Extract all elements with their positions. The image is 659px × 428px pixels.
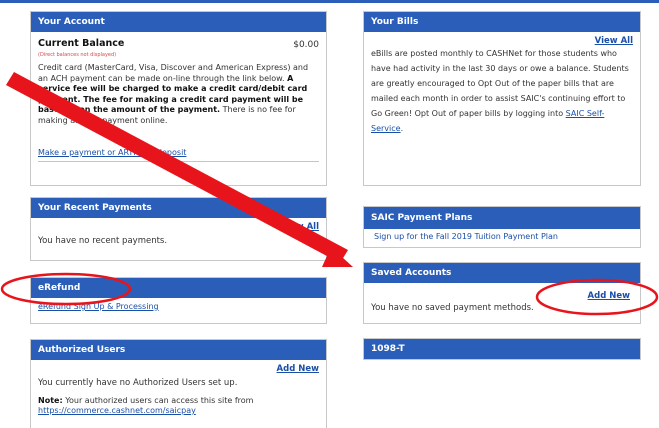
payment-link-divider [38,161,319,162]
erefund-panel: eRefund eRefund Sign Up & Processing [30,277,327,324]
your-bills-panel: Your Bills View All eBills are posted mo… [363,11,641,186]
saved-accounts-panel: Saved Accounts Add New You have no saved… [363,262,641,324]
balance-note: (Direct balances not displayed) [38,52,117,58]
form-1098t-header: 1098-T [364,339,640,359]
erefund-signup-link[interactable]: eRefund Sign Up & Processing [38,302,159,311]
authorized-users-url-link[interactable]: https://commerce.cashnet.com/saicpay [38,406,196,415]
recent-payments-header: Your Recent Payments [31,198,326,218]
payment-plan-signup-link[interactable]: Sign up for the Fall 2019 Tuition Paymen… [374,232,558,241]
recent-payments-panel: Your Recent Payments View All You have n… [30,197,327,261]
your-bills-header: Your Bills [364,12,640,32]
erefund-header: eRefund [31,278,326,298]
account-description: Credit card (MasterCard, Visa, Discover … [38,63,309,125]
payment-plans-header: SAIC Payment Plans [364,207,640,229]
current-balance-value: $0.00 [293,40,319,50]
make-payment-link[interactable]: Make a payment or ARTICard deposit [38,148,186,157]
saved-accounts-add-new-link[interactable]: Add New [588,291,630,301]
top-accent-bar [0,0,659,3]
current-balance-label: Current Balance [38,38,125,49]
your-bills-text: eBills are posted monthly to CASHNet for… [371,49,629,133]
saved-accounts-header: Saved Accounts [364,263,640,283]
payment-plans-panel: SAIC Payment Plans Sign up for the Fall … [363,206,641,248]
authorized-users-empty-text: You currently have no Authorized Users s… [38,378,238,388]
recent-payments-view-all-link[interactable]: View All [281,222,319,232]
authorized-users-add-new-link[interactable]: Add New [277,364,319,374]
your-account-panel: Your Account Current Balance $0.00 (Dire… [30,11,327,186]
your-account-header: Your Account [31,12,326,32]
recent-payments-empty-text: You have no recent payments. [38,236,168,246]
your-bills-view-all-link[interactable]: View All [595,36,633,46]
form-1098t-panel: 1098-T [363,338,641,360]
authorized-users-panel: Authorized Users Add New You currently h… [30,339,327,428]
saved-accounts-empty-text: You have no saved payment methods. [371,303,534,313]
authorized-users-header: Authorized Users [31,340,326,360]
authorized-users-note: Note: Your authorized users can access t… [38,396,254,405]
